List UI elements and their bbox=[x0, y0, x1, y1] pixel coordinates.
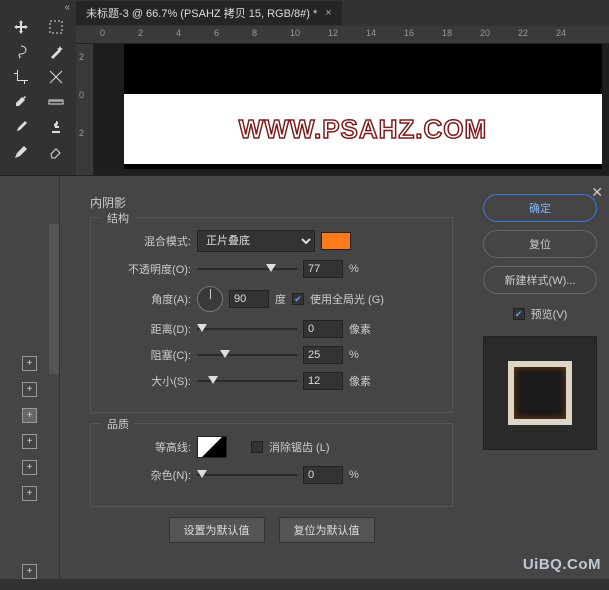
new-style-button[interactable]: 新建样式(W)... bbox=[483, 266, 597, 294]
wand-tool-icon[interactable] bbox=[39, 40, 72, 63]
size-unit: 像素 bbox=[349, 373, 371, 389]
add-effect-button[interactable]: + bbox=[22, 486, 37, 501]
angle-input[interactable] bbox=[229, 290, 269, 308]
close-icon[interactable]: ✕ bbox=[591, 184, 603, 201]
contour-picker[interactable] bbox=[197, 436, 227, 458]
distance-slider[interactable] bbox=[197, 322, 297, 336]
eraser-tool-icon[interactable] bbox=[39, 140, 72, 163]
noise-slider[interactable] bbox=[197, 468, 297, 482]
choke-input[interactable] bbox=[303, 346, 343, 364]
antialias-label: 消除锯齿 (L) bbox=[269, 439, 330, 455]
canvas-watermark-text: WWW.PSAHZ.COM bbox=[239, 114, 487, 145]
distance-input[interactable] bbox=[303, 320, 343, 338]
collapse-icon[interactable]: « bbox=[0, 2, 76, 13]
document-tab-bar: 未标题-3 @ 66.7% (PSAHZ 拷贝 15, RGB/8#) * × bbox=[76, 0, 609, 26]
antialias-checkbox[interactable] bbox=[251, 441, 263, 453]
set-default-button[interactable]: 设置为默认值 bbox=[169, 517, 265, 543]
size-label: 大小(S): bbox=[105, 373, 191, 389]
structure-group-label: 结构 bbox=[101, 210, 135, 226]
document-tab[interactable]: 未标题-3 @ 66.7% (PSAHZ 拷贝 15, RGB/8#) * × bbox=[76, 1, 342, 25]
size-slider[interactable] bbox=[197, 374, 297, 388]
preview-label: 预览(V) bbox=[531, 306, 568, 322]
add-effect-button[interactable]: + bbox=[22, 564, 37, 579]
distance-unit: 像素 bbox=[349, 321, 371, 337]
reset-button[interactable]: 复位 bbox=[483, 230, 597, 258]
angle-dial[interactable] bbox=[197, 286, 223, 312]
reset-default-button[interactable]: 复位为默认值 bbox=[279, 517, 375, 543]
preview-checkbox[interactable]: ✔ bbox=[513, 308, 525, 320]
stamp-tool-icon[interactable] bbox=[39, 115, 72, 138]
choke-label: 阻塞(C): bbox=[105, 347, 191, 363]
blend-mode-label: 混合模式: bbox=[105, 233, 191, 249]
opacity-unit: % bbox=[349, 263, 359, 275]
noise-label: 杂色(N): bbox=[105, 467, 191, 483]
document-tab-title: 未标题-3 @ 66.7% (PSAHZ 拷贝 15, RGB/8#) * bbox=[86, 5, 317, 21]
artboard: WWW.PSAHZ.COM bbox=[124, 44, 602, 169]
lasso-tool-icon[interactable] bbox=[4, 40, 37, 63]
color-swatch[interactable] bbox=[321, 232, 351, 250]
global-light-label: 使用全局光 (G) bbox=[310, 291, 384, 307]
opacity-input[interactable] bbox=[303, 260, 343, 278]
add-effect-button[interactable]: + bbox=[22, 460, 37, 475]
scrollbar[interactable] bbox=[49, 224, 59, 374]
canvas-viewport[interactable]: WWW.PSAHZ.COM bbox=[94, 44, 609, 175]
pencil-tool-icon[interactable] bbox=[4, 140, 37, 163]
quality-group-label: 品质 bbox=[101, 416, 135, 432]
brush-tool-icon[interactable] bbox=[4, 115, 37, 138]
dialog-title: 内阴影 bbox=[90, 194, 453, 211]
contour-label: 等高线: bbox=[105, 439, 191, 455]
ruler-tool-icon[interactable] bbox=[39, 90, 72, 113]
marquee-tool-icon[interactable] bbox=[39, 15, 72, 38]
ruler-vertical: 202 bbox=[76, 44, 94, 175]
blend-mode-select[interactable]: 正片叠底 bbox=[197, 230, 315, 252]
angle-label: 角度(A): bbox=[105, 291, 191, 307]
toolbox: « bbox=[0, 0, 76, 175]
global-light-checkbox[interactable]: ✔ bbox=[292, 293, 304, 305]
add-effect-button[interactable]: + bbox=[22, 434, 37, 449]
add-effect-button[interactable]: + bbox=[22, 408, 37, 423]
opacity-label: 不透明度(O): bbox=[105, 261, 191, 277]
crop-tool-icon[interactable] bbox=[4, 65, 37, 88]
ok-button[interactable]: 确定 bbox=[483, 194, 597, 222]
distance-label: 距离(D): bbox=[105, 321, 191, 337]
layer-style-dialog: ✕ + + + + + + + 内阴影 结构 混合模式: 正片叠底 bbox=[0, 175, 609, 579]
style-list-panel: + + + + + + + bbox=[0, 176, 60, 579]
opacity-slider[interactable] bbox=[197, 262, 297, 276]
size-input[interactable] bbox=[303, 372, 343, 390]
noise-unit: % bbox=[349, 469, 359, 481]
eyedropper-tool-icon[interactable] bbox=[4, 90, 37, 113]
move-tool-icon[interactable] bbox=[4, 15, 37, 38]
noise-input[interactable] bbox=[303, 466, 343, 484]
close-icon[interactable]: × bbox=[325, 7, 331, 19]
ruler-horizontal: 024681012141618202224 bbox=[76, 26, 609, 44]
preview-thumbnail bbox=[483, 336, 597, 450]
brand-watermark: UiBQ.CoM bbox=[523, 556, 601, 573]
choke-slider[interactable] bbox=[197, 348, 297, 362]
slice-tool-icon[interactable] bbox=[39, 65, 72, 88]
choke-unit: % bbox=[349, 349, 359, 361]
add-effect-button[interactable]: + bbox=[22, 382, 37, 397]
angle-unit: 度 bbox=[275, 291, 286, 307]
add-effect-button[interactable]: + bbox=[22, 356, 37, 371]
